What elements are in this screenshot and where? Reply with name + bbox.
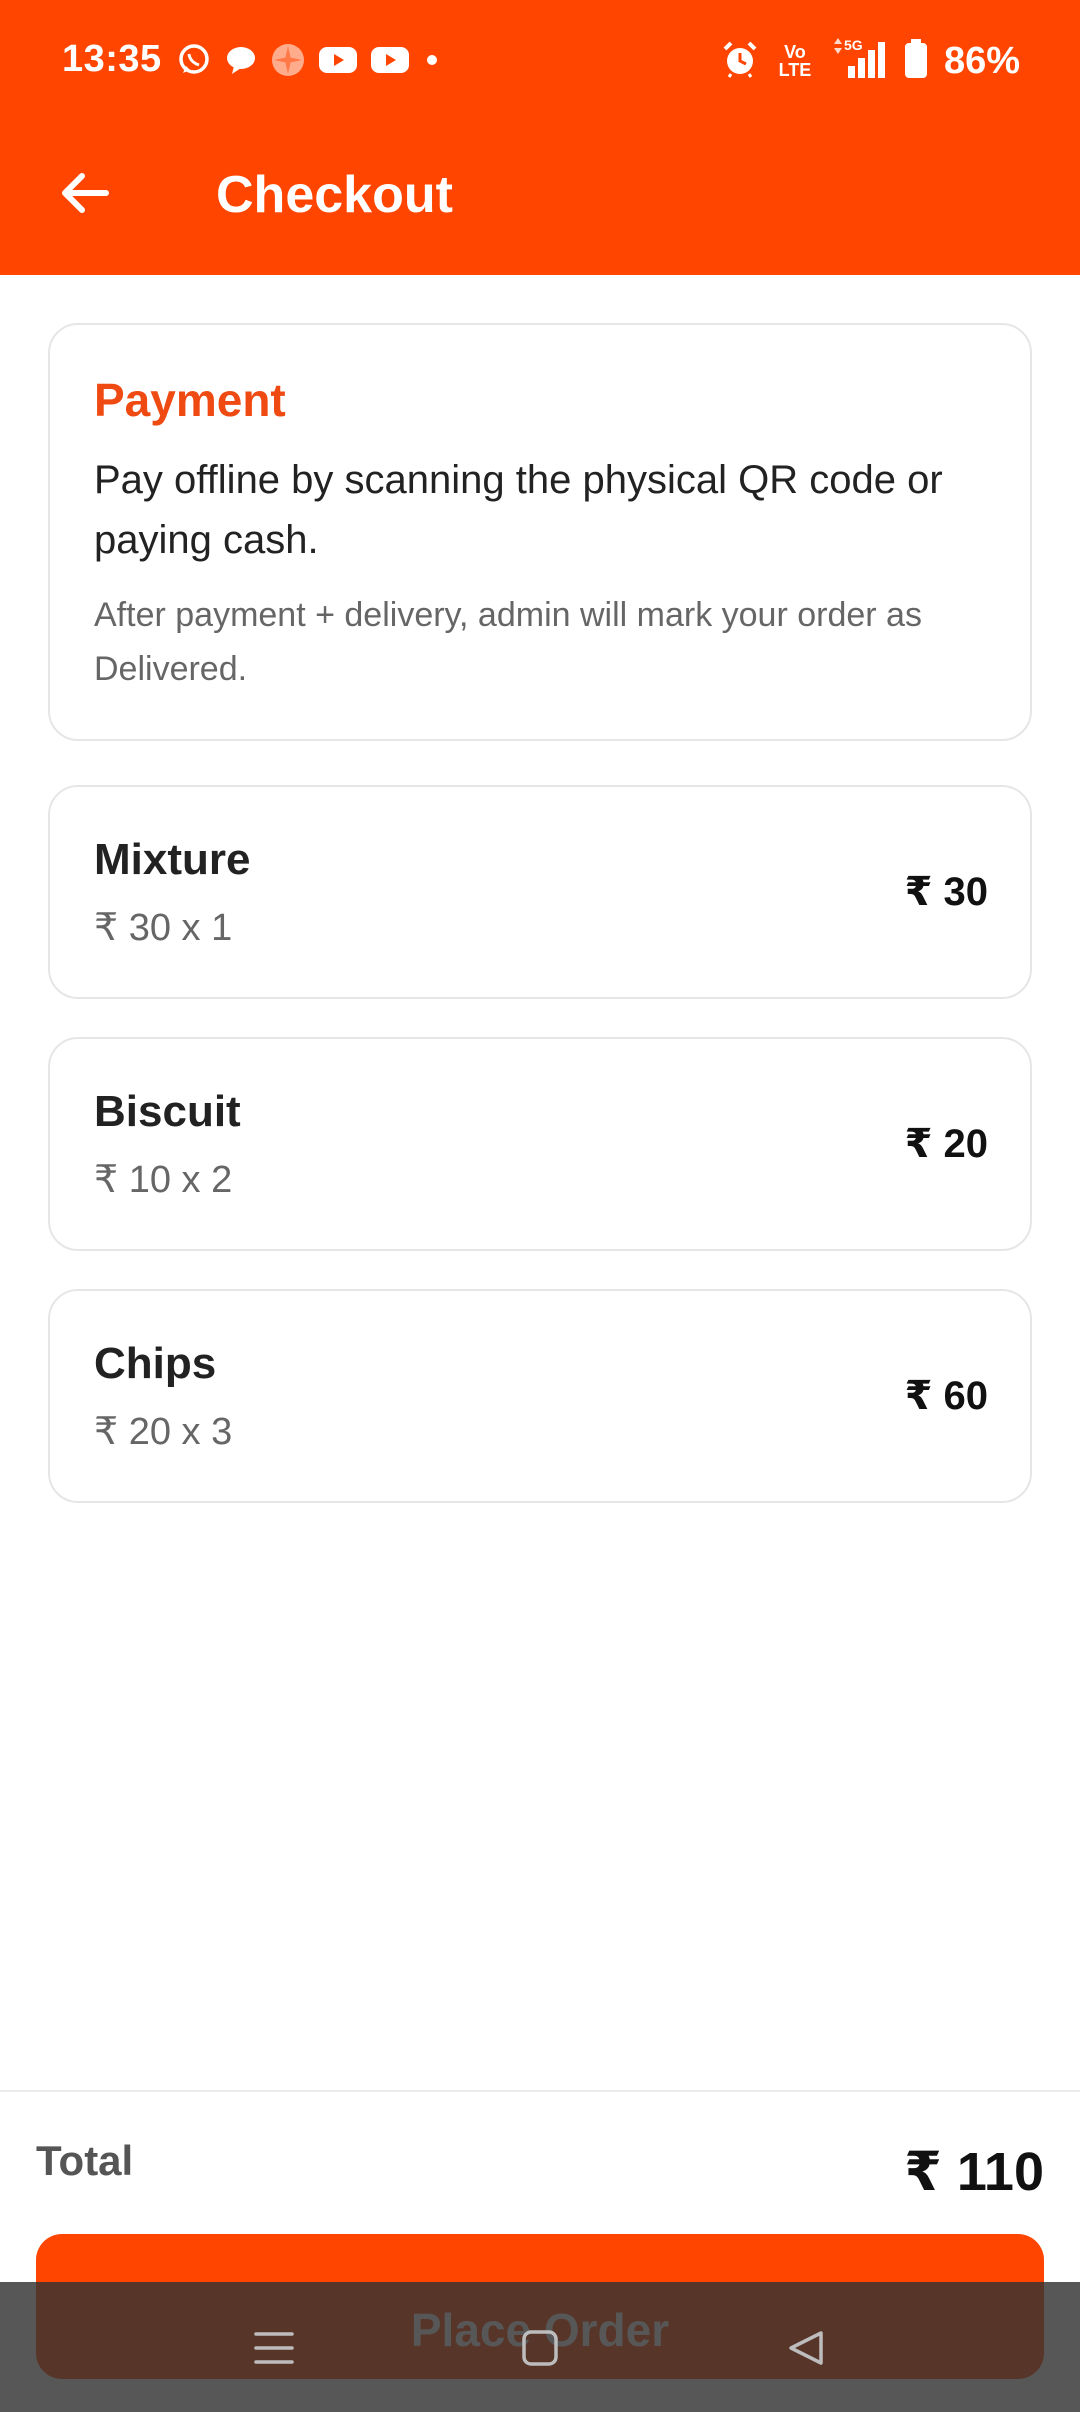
item-price-quantity: ₹ 20 x 3	[94, 1411, 233, 1453]
order-item-card: Chips ₹ 20 x 3 ₹ 60	[48, 1289, 1032, 1503]
back-triangle-icon	[785, 2327, 827, 2374]
item-price-quantity: ₹ 10 x 2	[94, 1159, 233, 1201]
item-name: Chips	[94, 1339, 217, 1388]
volte-top: Vo	[784, 42, 806, 62]
menu-icon	[252, 2328, 296, 2373]
back-button[interactable]	[44, 155, 124, 235]
youtube-icon	[370, 45, 410, 80]
item-name: Biscuit	[94, 1087, 241, 1136]
whatsapp-icon	[176, 42, 212, 83]
item-total: ₹ 60	[904, 1374, 988, 1418]
payment-heading: Payment	[94, 374, 286, 426]
status-time: 13:35	[62, 38, 162, 80]
recent-apps-button[interactable]	[244, 2320, 304, 2380]
battery-percent: 86%	[943, 39, 1020, 82]
arrow-left-icon	[56, 165, 112, 226]
item-total: ₹ 20	[904, 1122, 988, 1166]
alarm-icon	[720, 39, 760, 84]
item-total: ₹ 30	[904, 870, 988, 914]
volte-indicator: Vo LTE	[776, 43, 814, 79]
system-nav-bar	[0, 2282, 1080, 2412]
page-title: Checkout	[216, 166, 453, 224]
status-right: Vo LTE 5G 86%	[720, 37, 1020, 85]
dot-icon	[422, 50, 442, 75]
system-back-button[interactable]	[776, 2320, 836, 2380]
network-type: 5G	[844, 38, 863, 53]
payment-card: Payment Pay offline by scanning the phys…	[48, 323, 1032, 741]
payment-instructions: Pay offline by scanning the physical QR …	[94, 458, 943, 562]
app-header: 13:35 Vo LTE 5G 86% Checkout	[0, 0, 1080, 275]
signal-icon: 5G	[830, 37, 888, 85]
toolbar: Checkout	[0, 125, 1080, 275]
notification-icons	[176, 42, 442, 83]
item-name: Mixture	[94, 835, 251, 884]
order-item-card: Biscuit ₹ 10 x 2 ₹ 20	[48, 1037, 1032, 1251]
order-item-card: Mixture ₹ 30 x 1 ₹ 30	[48, 785, 1032, 999]
home-square-icon	[520, 2328, 560, 2373]
total-label: Total	[36, 2137, 134, 2184]
total-amount: ₹ 110	[904, 2142, 1044, 2202]
status-bar: 13:35 Vo LTE 5G 86%	[0, 0, 1080, 125]
youtube-icon	[318, 45, 358, 80]
battery-icon	[904, 38, 928, 84]
checkout-screen: 13:35 Vo LTE 5G 86% Checkout Payment Pay…	[0, 0, 1080, 2412]
pinwheel-icon	[270, 42, 306, 83]
chat-bubble-icon	[224, 43, 258, 82]
payment-note: After payment + delivery, admin will mar…	[94, 596, 922, 688]
item-price-quantity: ₹ 30 x 1	[94, 907, 233, 949]
volte-bottom: LTE	[778, 60, 812, 80]
home-button[interactable]	[510, 2320, 570, 2380]
